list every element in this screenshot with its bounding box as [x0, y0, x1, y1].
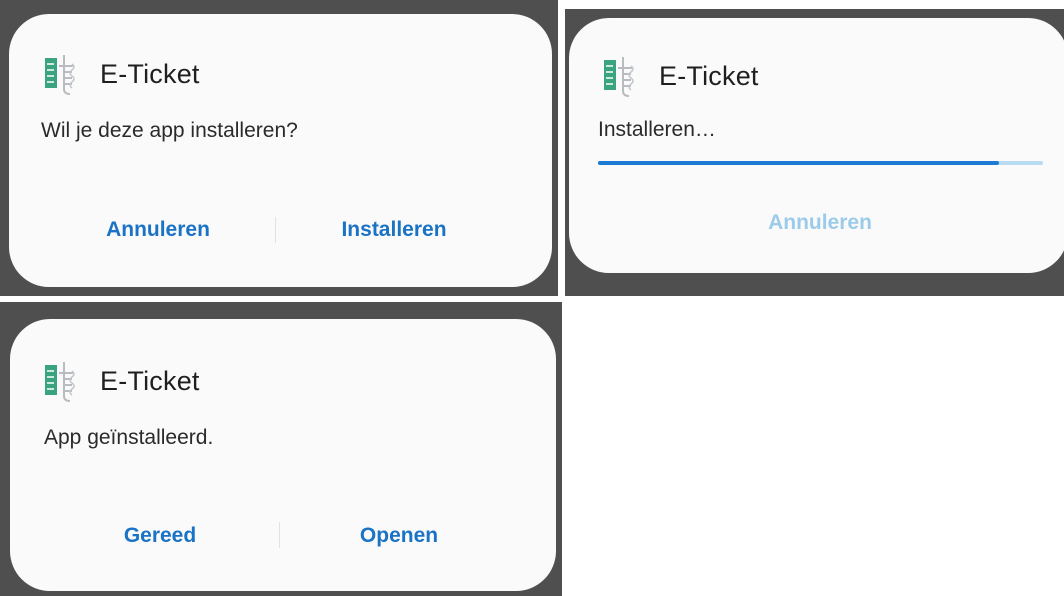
dialog-header: E-Ticket: [601, 54, 759, 98]
app-title: E-Ticket: [659, 60, 759, 91]
installed-dialog-screenshot: E-Ticket App geïnstalleerd. Gereed Opene…: [0, 302, 562, 596]
installing-status: Installeren…: [598, 118, 716, 141]
dialog-header: E-Ticket: [42, 52, 200, 96]
install-dialog: E-Ticket Wil je deze app installeren? An…: [9, 14, 552, 287]
install-progress-bar: [598, 161, 1043, 165]
progress-dialog-screenshot: E-Ticket Installeren… Annuleren: [565, 9, 1064, 296]
e-ticket-app-icon: [45, 362, 75, 402]
open-button[interactable]: Openen: [360, 524, 438, 548]
cancel-button[interactable]: Annuleren: [768, 211, 872, 235]
cancel-button[interactable]: Annuleren: [106, 218, 210, 242]
app-title: E-Ticket: [100, 365, 200, 396]
install-button[interactable]: Installeren: [341, 218, 446, 242]
e-ticket-app-icon: [45, 55, 75, 95]
installed-status: App geïnstalleerd.: [44, 426, 214, 449]
button-divider: [275, 217, 276, 243]
e-ticket-app-icon: [604, 57, 634, 97]
done-button[interactable]: Gereed: [124, 524, 196, 548]
installed-dialog: E-Ticket App geïnstalleerd. Gereed Opene…: [10, 319, 556, 591]
progress-dialog: E-Ticket Installeren… Annuleren: [569, 18, 1064, 273]
install-dialog-screenshot: E-Ticket Wil je deze app installeren? An…: [0, 0, 558, 296]
install-progress-fill: [598, 161, 999, 165]
app-title: E-Ticket: [100, 58, 200, 89]
install-question: Wil je deze app installeren?: [41, 119, 298, 142]
dialog-header: E-Ticket: [42, 359, 200, 403]
button-divider: [279, 522, 280, 548]
